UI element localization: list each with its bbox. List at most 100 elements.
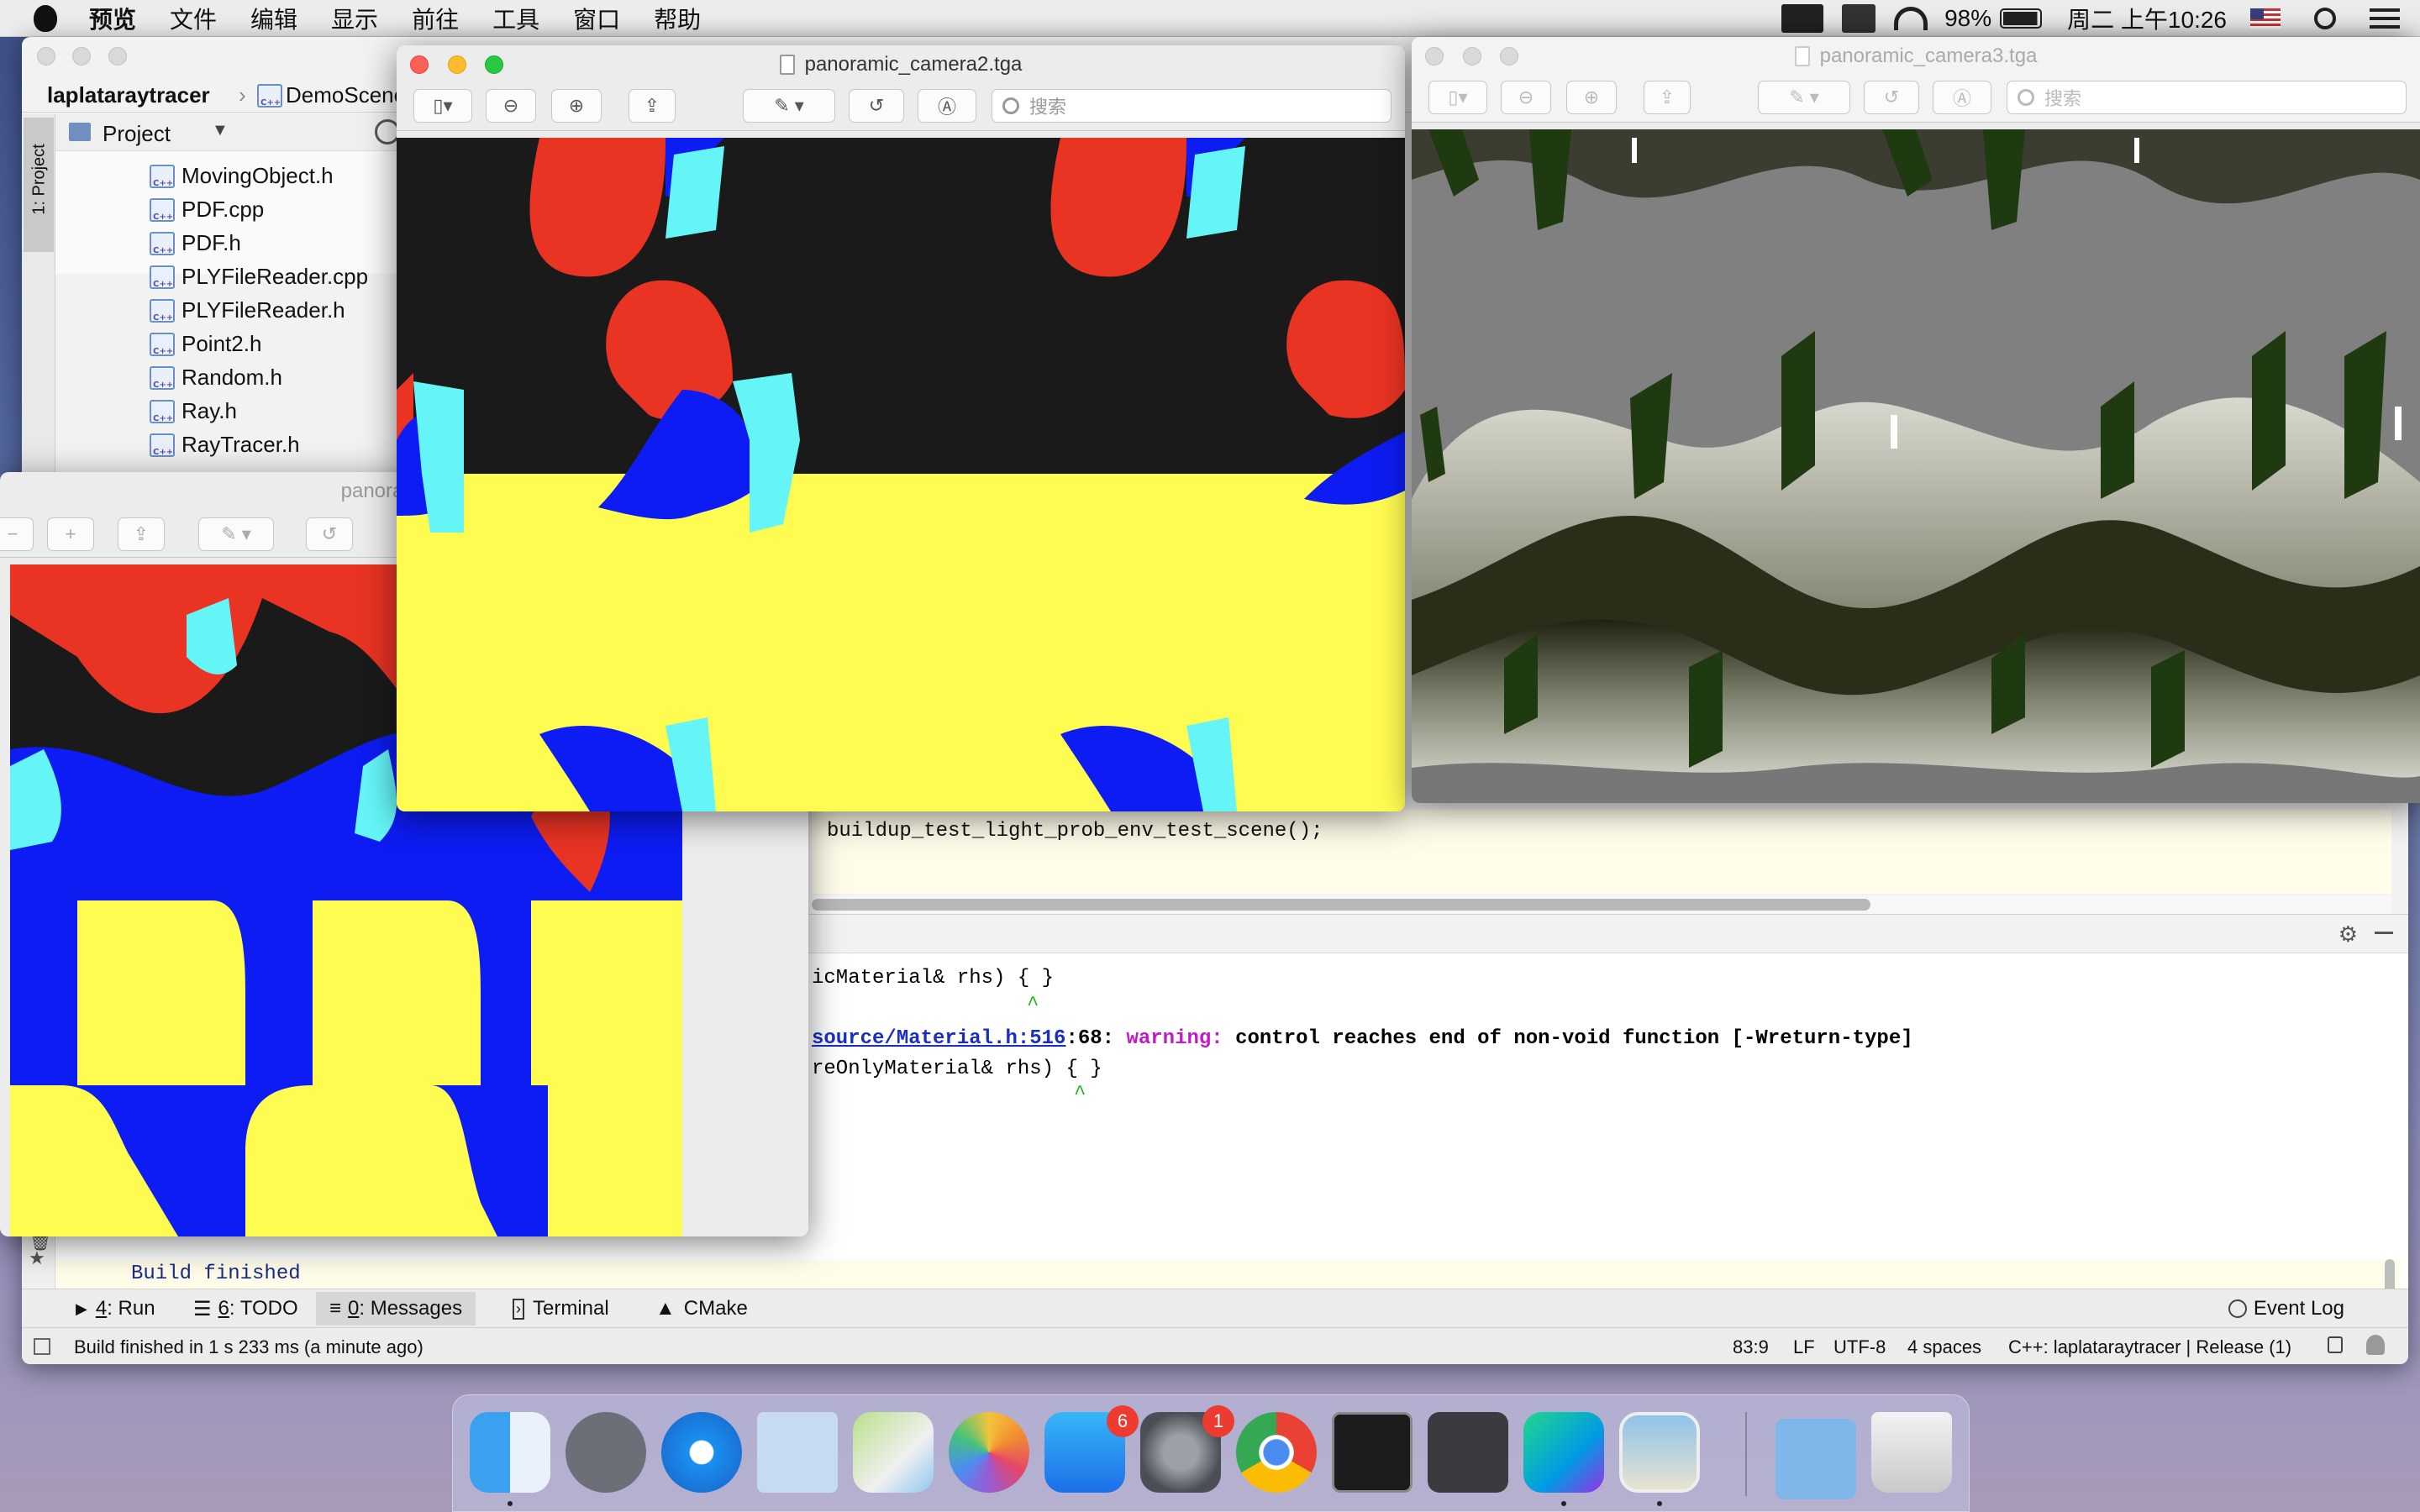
photos-icon[interactable] bbox=[949, 1412, 1029, 1493]
zoom-out-icon[interactable]: ⊖ bbox=[486, 89, 536, 123]
zoom-button[interactable] bbox=[1500, 47, 1519, 66]
rotate-icon[interactable]: ↺ bbox=[306, 517, 353, 551]
message-line: icMaterial& rhs) { } bbox=[812, 967, 1055, 990]
terminal-icon: › bbox=[513, 1298, 524, 1320]
zoom-in-icon[interactable]: ⊕ bbox=[551, 89, 602, 123]
close-button[interactable] bbox=[410, 55, 429, 74]
chevron-down-icon[interactable]: ▼ bbox=[212, 121, 229, 140]
share-icon[interactable]: ⇪ bbox=[1644, 81, 1691, 114]
file-tree-item[interactable]: MovingObject.h bbox=[150, 163, 334, 189]
line-separator[interactable]: LF bbox=[1793, 1336, 1815, 1358]
launchpad-icon[interactable] bbox=[566, 1412, 646, 1493]
downloads-folder-icon[interactable] bbox=[1776, 1419, 1856, 1499]
rotate-icon[interactable]: ↺ bbox=[849, 89, 904, 123]
tab-terminal[interactable]: › Terminal bbox=[513, 1292, 609, 1326]
file-tree-item[interactable]: PDF.h bbox=[150, 230, 241, 256]
file-tree-item[interactable]: PLYFileReader.h bbox=[150, 297, 345, 323]
source-link[interactable]: source/Material.h:516 bbox=[812, 1027, 1065, 1050]
indent-setting[interactable]: 4 spaces bbox=[1907, 1336, 1981, 1358]
file-tree-item[interactable]: Random.h bbox=[150, 365, 282, 391]
minimize-button[interactable] bbox=[72, 47, 92, 66]
sidebar-toggle-icon[interactable]: ▯▾ bbox=[1428, 81, 1487, 114]
project-tool-tab[interactable]: 1: Project bbox=[24, 118, 54, 252]
favorites-star-icon[interactable]: ★ bbox=[29, 1247, 45, 1269]
markup-toolbar-icon[interactable]: Ⓐ bbox=[1933, 81, 1991, 114]
share-icon[interactable]: ⇪ bbox=[118, 517, 165, 551]
menu-file[interactable]: 文件 bbox=[170, 2, 217, 35]
maps-icon[interactable] bbox=[853, 1412, 934, 1493]
markup-pen-icon[interactable]: ✎ ▾ bbox=[198, 517, 274, 551]
input-source-flag-icon[interactable] bbox=[2250, 8, 2281, 29]
menu-tools[interactable]: 工具 bbox=[492, 2, 539, 35]
search-input[interactable]: 搜索 bbox=[992, 89, 1392, 123]
breadcrumb-project[interactable]: laplataraytracer bbox=[47, 82, 210, 108]
file-tree-item[interactable]: PDF.cpp bbox=[150, 197, 264, 223]
file-encoding[interactable]: UTF-8 bbox=[1833, 1336, 1886, 1358]
menu-app-name[interactable]: 预览 bbox=[89, 2, 136, 35]
zoom-in-icon[interactable]: ⊕ bbox=[1566, 81, 1617, 114]
markup-pen-icon[interactable]: ✎ ▾ bbox=[1758, 81, 1850, 114]
document-icon bbox=[779, 55, 795, 75]
spotlight-search-icon[interactable] bbox=[2314, 8, 2336, 29]
menu-help[interactable]: 帮助 bbox=[654, 2, 701, 35]
cpu-monitor-icon[interactable] bbox=[1781, 4, 1824, 33]
inspector-icon[interactable] bbox=[2366, 1335, 2385, 1355]
finder-icon[interactable] bbox=[470, 1412, 550, 1493]
file-tree-item[interactable]: RayTracer.h bbox=[150, 432, 300, 458]
zoom-in-icon[interactable]: + bbox=[47, 517, 94, 551]
zoom-button[interactable] bbox=[485, 55, 504, 74]
sublime-text-icon[interactable] bbox=[1428, 1412, 1508, 1493]
menu-edit[interactable]: 编辑 bbox=[250, 2, 297, 35]
settings-gear-icon[interactable]: ⚙ bbox=[2338, 921, 2358, 948]
terminal-icon[interactable] bbox=[1332, 1412, 1413, 1493]
file-tree-item[interactable]: Ray.h bbox=[150, 398, 237, 424]
battery-percent: 98% bbox=[1944, 5, 1992, 31]
menu-go[interactable]: 前往 bbox=[412, 2, 459, 35]
zoom-button[interactable] bbox=[108, 47, 127, 66]
share-icon[interactable]: ⇪ bbox=[629, 89, 676, 123]
tab-todo-label: : TODO bbox=[229, 1297, 298, 1320]
markup-pen-icon[interactable]: ✎ ▾ bbox=[743, 89, 835, 123]
markup-toolbar-icon[interactable]: Ⓐ bbox=[918, 89, 976, 123]
chrome-icon[interactable] bbox=[1236, 1412, 1317, 1493]
tab-cmake[interactable]: ▲ CMake bbox=[655, 1292, 748, 1326]
project-view-selector[interactable]: Project bbox=[103, 121, 171, 147]
safari-icon[interactable] bbox=[661, 1412, 742, 1493]
rotate-icon[interactable]: ↺ bbox=[1864, 81, 1919, 114]
search-input[interactable]: 搜索 bbox=[2007, 81, 2407, 114]
menu-view[interactable]: 显示 bbox=[331, 2, 378, 35]
preview-icon[interactable] bbox=[1619, 1412, 1700, 1493]
mail-icon[interactable] bbox=[757, 1412, 838, 1493]
minimize-button[interactable] bbox=[447, 55, 466, 74]
editor-horizontal-scrollbar[interactable] bbox=[812, 899, 1870, 911]
file-tree-item[interactable]: Point2.h bbox=[150, 331, 261, 357]
sidebar-toggle-icon[interactable]: ▯▾ bbox=[413, 89, 472, 123]
memory-monitor-icon[interactable] bbox=[1842, 4, 1876, 33]
close-button[interactable] bbox=[37, 47, 55, 66]
clock[interactable]: 周二 上午10:26 bbox=[2067, 2, 2227, 35]
tab-messages[interactable]: ≡ 0: Messages bbox=[316, 1292, 476, 1326]
wifi-icon[interactable] bbox=[1894, 7, 1928, 30]
file-tree-item[interactable]: PLYFileReader.cpp bbox=[150, 264, 368, 290]
resolve-context[interactable]: C++: laplataraytracer | Release (1) bbox=[2008, 1336, 2291, 1358]
notification-center-icon[interactable] bbox=[2370, 8, 2400, 29]
editor-area[interactable]: buildup_test_light_prob_env_test_scene()… bbox=[812, 810, 2391, 894]
minimize-button[interactable] bbox=[1462, 47, 1481, 66]
tab-todo[interactable]: ☰ 6: TODO bbox=[193, 1292, 298, 1326]
menu-window[interactable]: 窗口 bbox=[573, 2, 620, 35]
zoom-out-icon[interactable]: ⊖ bbox=[1501, 81, 1551, 114]
caret-position[interactable]: 83:9 bbox=[1733, 1336, 1769, 1358]
hide-panel-icon[interactable] bbox=[2375, 932, 2393, 934]
close-button[interactable] bbox=[1425, 47, 1444, 66]
toggle-tool-windows-icon[interactable] bbox=[34, 1338, 50, 1355]
trash-icon[interactable] bbox=[1871, 1412, 1952, 1493]
breadcrumb-file[interactable]: DemoScene bbox=[286, 82, 406, 108]
apple-menu-icon[interactable] bbox=[34, 4, 57, 32]
project-folder-icon bbox=[69, 123, 91, 141]
battery-icon[interactable] bbox=[2000, 8, 2043, 29]
event-log-button[interactable]: Event Log bbox=[2228, 1292, 2344, 1326]
lock-icon[interactable] bbox=[2328, 1336, 2343, 1353]
clion-icon[interactable] bbox=[1523, 1412, 1604, 1493]
tab-run[interactable]: ▶ 4: Run bbox=[76, 1292, 155, 1326]
zoom-out-icon[interactable]: − bbox=[0, 517, 34, 551]
